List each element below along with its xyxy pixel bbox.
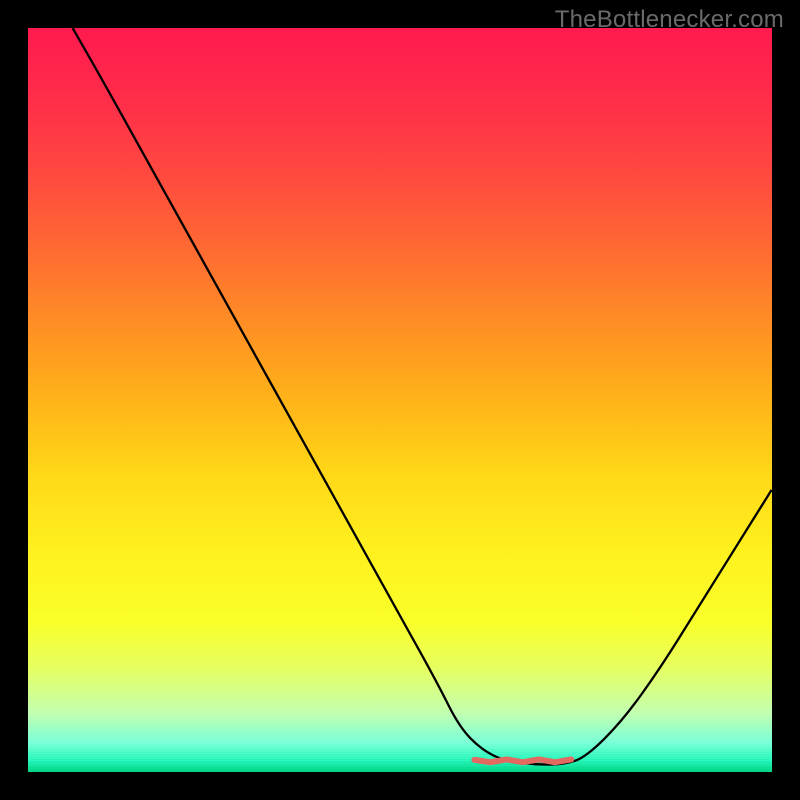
- optimal-range-marker: [474, 759, 571, 762]
- watermark-text: TheBottlenecker.com: [555, 6, 784, 34]
- gradient-background: [28, 28, 772, 772]
- plot-frame: [28, 28, 772, 772]
- bottleneck-chart: [28, 28, 772, 772]
